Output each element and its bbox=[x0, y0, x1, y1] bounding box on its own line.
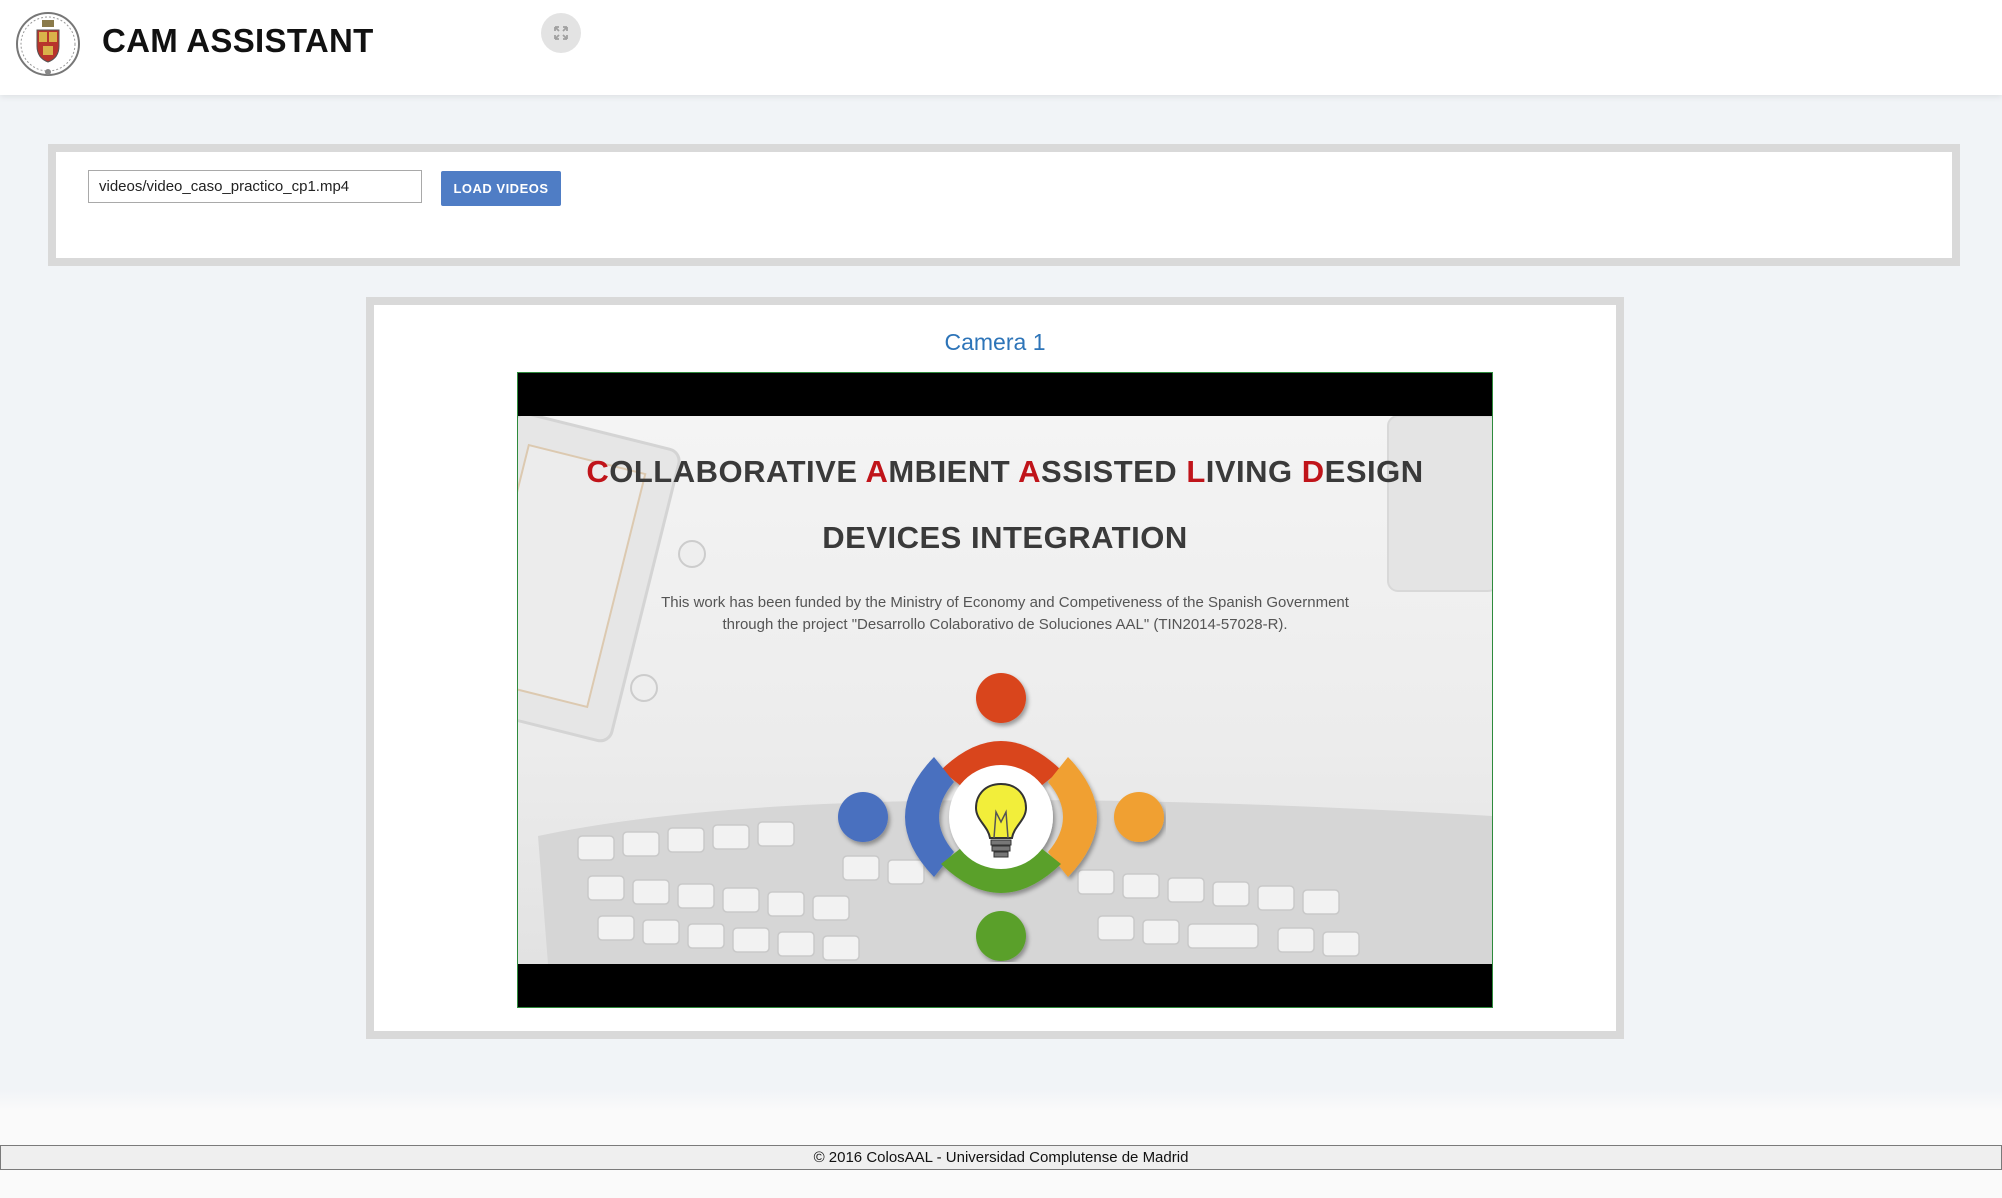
slide-subtitle: DEVICES INTEGRATION bbox=[822, 520, 1188, 555]
university-seal-logo bbox=[16, 12, 80, 76]
title-rest: SSISTED bbox=[1041, 454, 1187, 489]
video-loader-panel: LOAD VIDEOS bbox=[48, 144, 1960, 266]
funding-statement: This work has been funded by the Ministr… bbox=[598, 592, 1412, 636]
title-initial: A bbox=[1018, 454, 1042, 489]
funding-line: through the project "Desarrollo Colabora… bbox=[722, 616, 1288, 633]
camera-title: Camera 1 bbox=[944, 329, 1046, 355]
funding-line: This work has been funded by the Ministr… bbox=[661, 594, 1349, 611]
colosaal-logo bbox=[838, 673, 1164, 961]
camera-video-player[interactable]: COLLABORATIVE AMBIENT ASSISTED LIVING DE… bbox=[517, 372, 1493, 1008]
fullscreen-button[interactable] bbox=[541, 13, 581, 53]
title-initial: L bbox=[1186, 454, 1206, 489]
video-path-input[interactable] bbox=[88, 170, 422, 203]
title-rest: ESIGN bbox=[1324, 454, 1424, 489]
camera-panel: Camera 1 COLLABORATIVE AMBIENT ASSISTED … bbox=[366, 297, 1624, 1039]
slide-title: COLLABORATIVE AMBIENT ASSISTED LIVING DE… bbox=[518, 454, 1492, 490]
expand-arrows-icon bbox=[554, 26, 568, 40]
title-initial: C bbox=[586, 454, 610, 489]
title-rest: OLLABORATIVE bbox=[609, 454, 866, 489]
title-initial: D bbox=[1301, 454, 1325, 489]
copyright-footer: © 2016 ColosAAL - Universidad Complutens… bbox=[0, 1145, 2002, 1170]
title-rest: MBIENT bbox=[888, 454, 1019, 489]
title-rest: IVING bbox=[1205, 454, 1302, 489]
app-header: CAM ASSISTANT bbox=[0, 0, 2002, 95]
video-frame: COLLABORATIVE AMBIENT ASSISTED LIVING DE… bbox=[518, 416, 1492, 964]
footer-fade bbox=[0, 1090, 2002, 1110]
load-videos-button[interactable]: LOAD VIDEOS bbox=[441, 171, 561, 206]
app-title: CAM ASSISTANT bbox=[102, 22, 374, 59]
title-initial: A bbox=[865, 454, 889, 489]
